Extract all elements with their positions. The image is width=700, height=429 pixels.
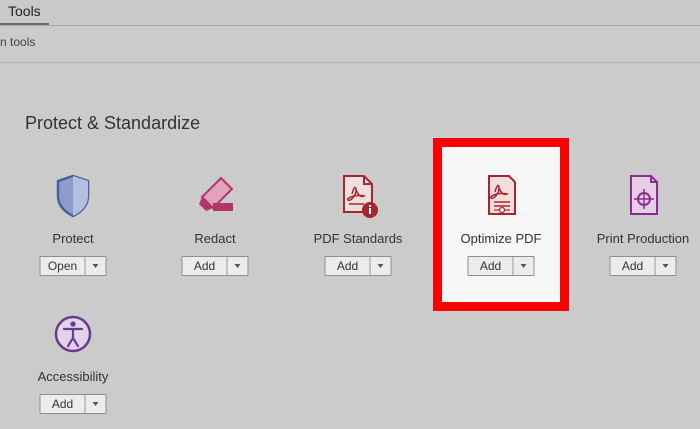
add-button[interactable]: Add <box>611 257 656 275</box>
redact-marker-icon[interactable] <box>191 172 239 220</box>
acrobat-tools-page: Tools n tools Protect & Standardize Prot… <box>0 0 700 429</box>
add-button[interactable]: Add <box>41 395 86 413</box>
add-split-button: Add <box>324 256 392 276</box>
chevron-down-icon[interactable] <box>656 257 676 275</box>
search-tools-row[interactable]: n tools <box>0 26 700 63</box>
tab-tools[interactable]: Tools <box>0 0 49 25</box>
chevron-down-icon[interactable] <box>86 257 106 275</box>
section-title: Protect & Standardize <box>25 113 201 133</box>
tool-label: Protect <box>52 231 94 246</box>
add-split-button: Add <box>609 256 677 276</box>
tool-label: Accessibility <box>37 369 109 384</box>
tool-pdf-standards: PDF Standards Add <box>292 172 424 292</box>
add-split-button: Add <box>467 256 535 276</box>
tool-label: Print Production <box>596 231 690 246</box>
open-button[interactable]: Open <box>41 257 86 275</box>
tool-redact: Redact Add <box>149 172 281 292</box>
top-tab-bar: Tools <box>0 0 700 26</box>
chevron-down-icon[interactable] <box>371 257 391 275</box>
tool-label: Optimize PDF <box>460 231 542 246</box>
optimize-pdf-icon[interactable] <box>477 172 525 220</box>
add-split-button: Add <box>181 256 249 276</box>
tool-optimize-pdf: Optimize PDF Add <box>435 172 567 292</box>
add-split-button: Add <box>39 394 107 414</box>
search-tools-placeholder: n tools <box>0 35 36 49</box>
tool-print-production: Print Production Add <box>577 172 700 292</box>
shield-icon[interactable] <box>49 172 97 220</box>
accessibility-icon[interactable] <box>49 310 97 358</box>
add-button[interactable]: Add <box>183 257 228 275</box>
print-production-icon[interactable] <box>619 172 667 220</box>
chevron-down-icon[interactable] <box>514 257 534 275</box>
open-split-button: Open <box>39 256 107 276</box>
tool-protect: Protect Open <box>7 172 139 292</box>
add-button[interactable]: Add <box>469 257 514 275</box>
add-button[interactable]: Add <box>326 257 371 275</box>
chevron-down-icon[interactable] <box>228 257 248 275</box>
chevron-down-icon[interactable] <box>86 395 106 413</box>
pdf-standards-icon[interactable] <box>334 172 382 220</box>
tool-label: Redact <box>194 231 236 246</box>
tool-accessibility: Accessibility Add <box>7 310 139 429</box>
tool-label: PDF Standards <box>313 231 403 246</box>
